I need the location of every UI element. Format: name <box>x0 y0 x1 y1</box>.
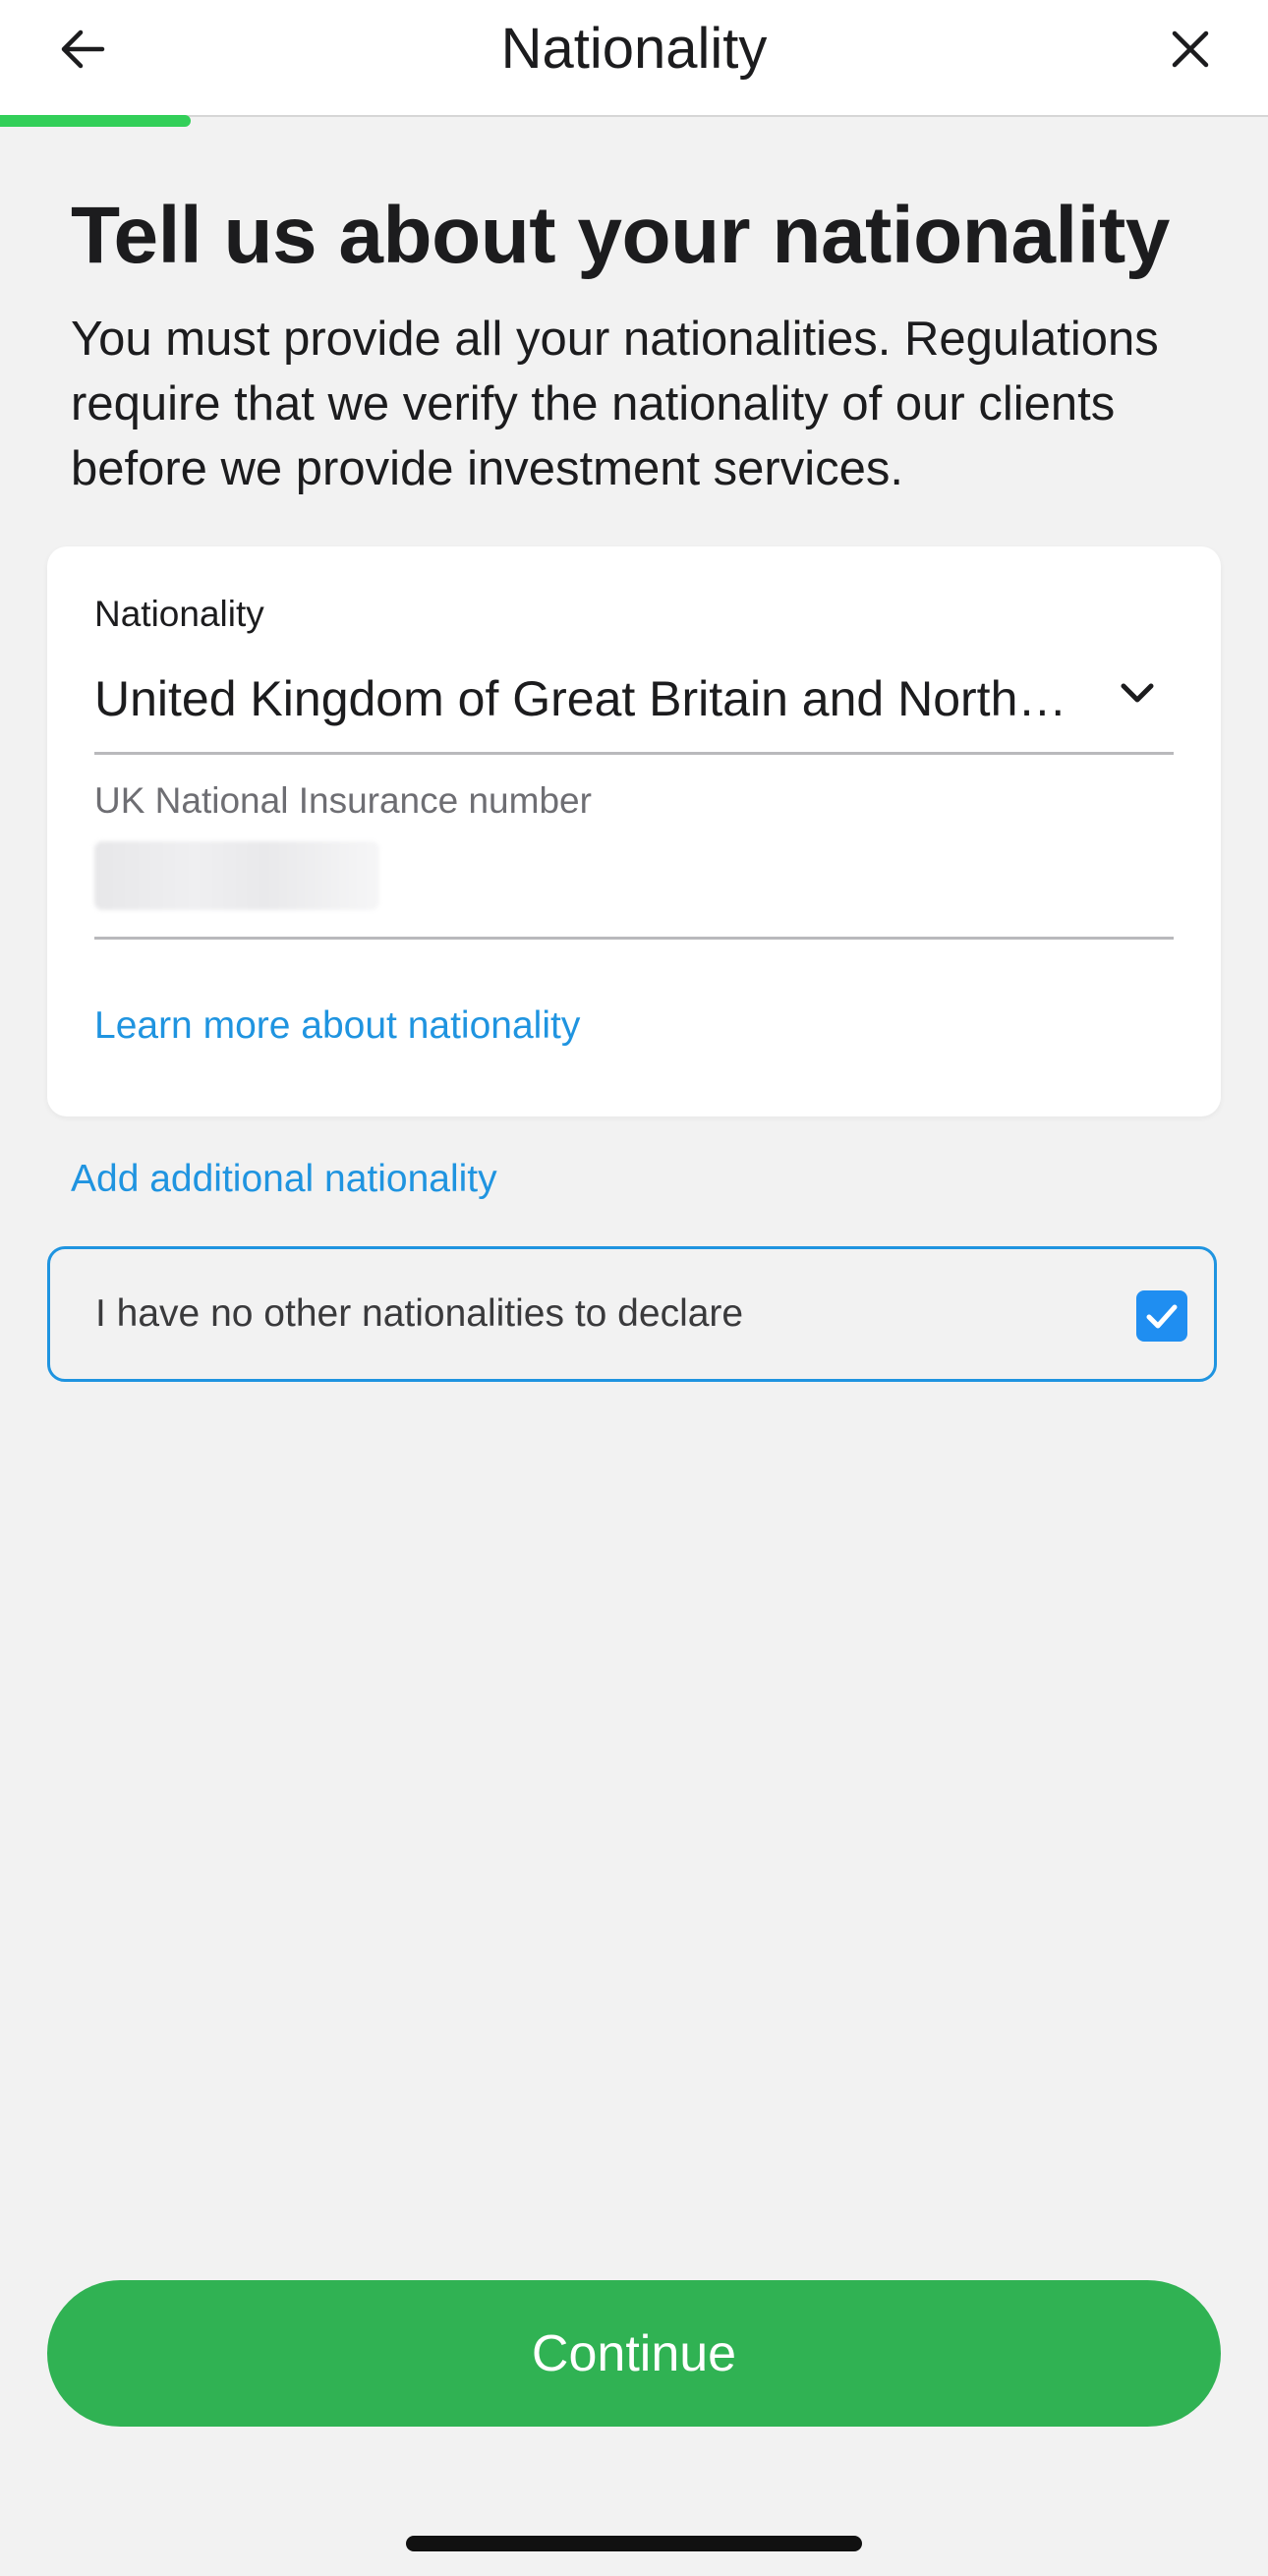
close-icon <box>1172 30 1209 68</box>
continue-button[interactable]: Continue <box>47 2280 1221 2427</box>
checkmark-icon <box>1146 1304 1178 1329</box>
progress-bar-fill <box>0 115 191 127</box>
ni-number-label: UK National Insurance number <box>94 780 592 821</box>
close-button[interactable] <box>1155 14 1226 85</box>
no-other-nationalities-label: I have no other nationalities to declare <box>95 1292 744 1335</box>
back-button[interactable] <box>47 14 118 85</box>
chevron-down-icon <box>1121 683 1154 703</box>
nationality-card: Nationality United Kingdom of Great Brit… <box>47 546 1221 1116</box>
nationality-divider <box>94 752 1174 755</box>
nav-bar: Nationality <box>0 0 1268 117</box>
ni-number-divider <box>94 937 1174 940</box>
arrow-left-icon <box>61 29 105 69</box>
intro-text: You must provide all your nationalities.… <box>71 313 1159 495</box>
progress-bar <box>0 115 1268 127</box>
no-other-nationalities-checkbox[interactable] <box>1136 1290 1187 1342</box>
nationality-select[interactable]: United Kingdom of Great Britain and Nort… <box>94 664 1087 733</box>
ni-number-field[interactable] <box>94 841 379 910</box>
nationality-label: Nationality <box>94 594 264 634</box>
no-other-nationalities-option[interactable]: I have no other nationalities to declare <box>47 1246 1217 1382</box>
page-title: Nationality <box>500 17 768 81</box>
learn-more-link[interactable]: Learn more about nationality <box>94 1004 580 1048</box>
add-nationality-link[interactable]: Add additional nationality <box>71 1158 497 1201</box>
headline: Tell us about your nationality <box>71 191 1170 280</box>
nationality-dropdown-toggle[interactable] <box>1103 658 1172 727</box>
home-indicator <box>406 2536 862 2551</box>
